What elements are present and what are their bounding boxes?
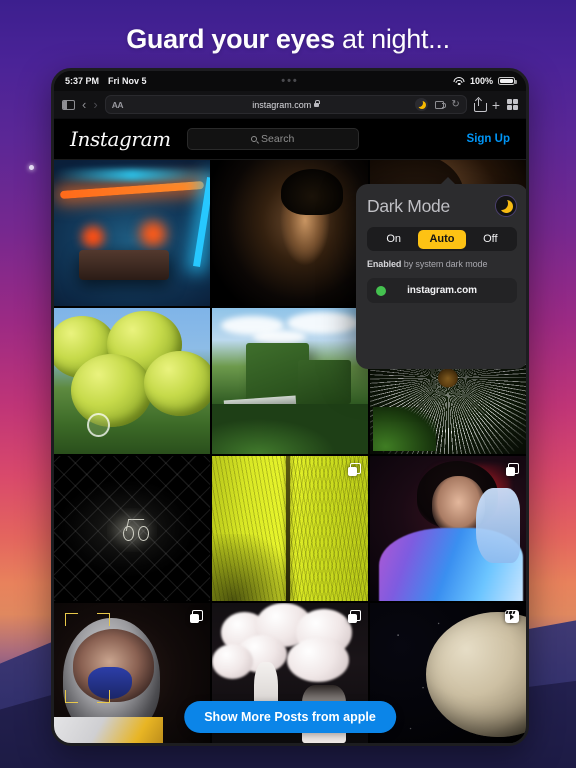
page-title: Guard your eyes at night... [0, 22, 576, 56]
grid-item-bicycle-behind-fence[interactable] [54, 455, 210, 602]
address-bar-actions: ↻ [415, 98, 460, 111]
new-tab-icon[interactable]: + [492, 98, 500, 112]
multi-photo-badge-icon [348, 610, 361, 624]
popover-site-name: instagram.com [407, 285, 477, 296]
reel-video-badge-icon [505, 610, 519, 624]
multi-photo-badge-icon [190, 610, 203, 624]
dark-mode-segmented-control[interactable]: On Auto Off [367, 227, 517, 251]
share-icon[interactable] [473, 97, 487, 112]
search-icon [251, 136, 258, 142]
battery-percent-label: 100% [469, 76, 493, 86]
popover-header: Dark Mode [367, 195, 517, 217]
multi-photo-badge-icon [506, 462, 519, 476]
instagram-header-actions: Sign Up [467, 133, 510, 145]
segment-on[interactable]: On [370, 230, 418, 249]
grid-item-ivy-covered-building[interactable] [212, 307, 368, 454]
ipad-device-frame: 5:37 PM Fri Nov 5 ••• 100% ‹ › AA instag… [51, 68, 529, 746]
grid-item-green-grapes[interactable] [54, 307, 210, 454]
grid-item-woman-profile-portrait[interactable] [212, 160, 368, 306]
grid-item-neon-gas-station[interactable] [54, 160, 210, 306]
grid-item-neon-lit-portrait[interactable] [370, 455, 526, 602]
status-bar: 5:37 PM Fri Nov 5 ••• 100% [54, 71, 526, 91]
headline-normal: at night... [334, 24, 450, 54]
search-input[interactable]: Search [186, 128, 359, 150]
promo-slide: Guard your eyes at night... 5:37 PM Fri … [0, 0, 576, 768]
segment-auto[interactable]: Auto [417, 229, 467, 249]
moon-icon[interactable] [495, 195, 517, 217]
status-bar-right: 100% [453, 76, 517, 86]
segment-off[interactable]: Off [466, 230, 514, 249]
status-suffix: by system dark mode [401, 259, 488, 269]
wifi-icon [453, 76, 465, 86]
popover-site-row[interactable]: instagram.com [367, 278, 517, 303]
instagram-header: Instagram Search Sign Up [54, 119, 526, 160]
signup-link[interactable]: Sign Up [467, 133, 510, 145]
address-bar[interactable]: AA instagram.com ↻ [104, 95, 467, 114]
star-dot [29, 165, 34, 170]
show-more-posts-button[interactable]: Show More Posts from apple [184, 701, 396, 733]
browser-toolbar: ‹ › AA instagram.com ↻ + [54, 91, 526, 119]
reload-icon[interactable]: ↻ [451, 99, 459, 110]
lock-icon [314, 99, 321, 107]
back-icon[interactable]: ‹ [82, 98, 86, 111]
dark-mode-popover: Dark Mode On Auto Off Enabled by system … [356, 177, 526, 369]
popover-title: Dark Mode [367, 195, 450, 216]
status-prefix: Enabled [367, 259, 402, 269]
sidebar-icon[interactable] [62, 99, 75, 110]
address-bar-url: instagram.com [252, 99, 312, 110]
multi-photo-badge-icon [348, 462, 361, 476]
dark-mode-status-text: Enabled by system dark mode [367, 259, 517, 269]
instagram-logo[interactable]: Instagram [70, 127, 171, 151]
address-bar-url-group: instagram.com [106, 100, 466, 110]
forward-icon[interactable]: › [93, 98, 97, 111]
moon-icon[interactable] [415, 98, 429, 111]
extension-icon[interactable] [435, 100, 447, 109]
search-placeholder: Search [261, 133, 295, 145]
battery-full-icon [498, 76, 517, 86]
headline-bold: Guard your eyes [126, 24, 335, 54]
popover-arrow [440, 177, 456, 185]
tab-grid-icon[interactable] [507, 99, 518, 110]
grid-item-yellow-feather[interactable] [212, 455, 368, 602]
